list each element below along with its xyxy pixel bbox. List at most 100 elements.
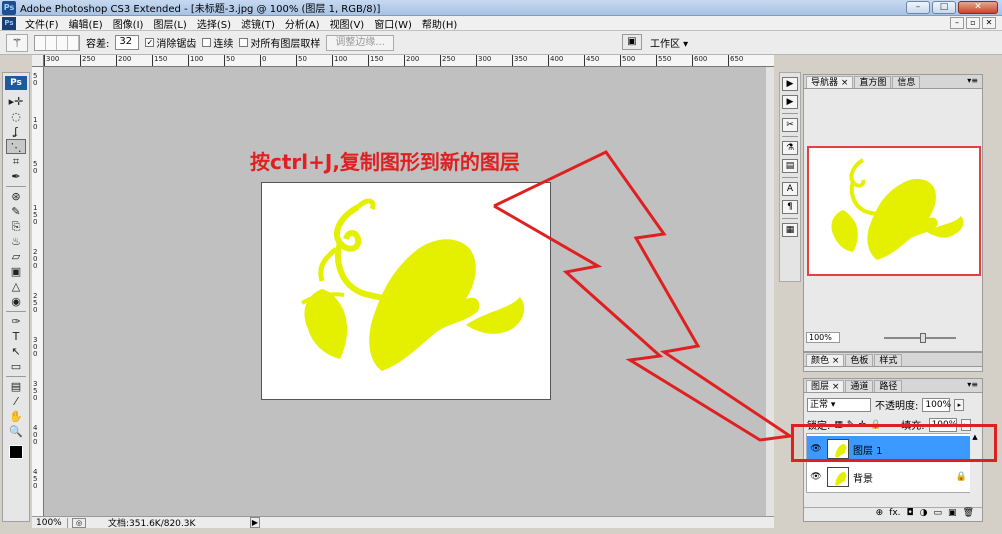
tab-swatches[interactable]: 色板 (845, 354, 874, 366)
doc-close-button[interactable]: ✕ (982, 17, 996, 29)
magic-wand-icon[interactable]: ⚚ (6, 33, 28, 52)
antialias-checkbox[interactable]: ✓ 消除锯齿 (145, 35, 196, 50)
zoom-level[interactable]: 100% (32, 517, 68, 528)
marquee-tool-icon[interactable]: ◌ (6, 109, 26, 124)
add-selection-icon[interactable] (46, 35, 57, 50)
canvas-area[interactable]: 300 250 200 150 100 50 0 50 100 150 200 … (32, 55, 774, 529)
menu-layer[interactable]: 图层(L) (148, 16, 191, 31)
tool-presets-icon[interactable]: ✂ (782, 118, 798, 132)
eraser-tool-icon[interactable]: ▱ (6, 249, 26, 264)
panel-menu-icon[interactable]: ▾≡ (967, 76, 978, 85)
visibility-eye-icon[interactable]: 👁 (809, 472, 823, 482)
intersect-selection-icon[interactable] (68, 35, 79, 50)
tab-info[interactable]: 信息 (892, 76, 921, 88)
layer-name[interactable]: 背景 (853, 470, 873, 485)
history-brush-icon[interactable]: ♨ (6, 234, 26, 249)
contiguous-checkbox[interactable]: 连续 (202, 35, 233, 50)
refine-edge-button[interactable]: 调整边缘... (326, 34, 394, 51)
new-layer-icon[interactable]: ▣ (948, 508, 957, 521)
status-menu-arrow-icon[interactable]: ▶ (250, 517, 260, 528)
horizontal-ruler[interactable]: 300 250 200 150 100 50 0 50 100 150 200 … (44, 55, 774, 67)
layer-comps-icon[interactable]: ▦ (782, 223, 798, 237)
navigator-preview[interactable] (807, 146, 981, 276)
workspace-menu[interactable]: 工作区 ▾ (650, 35, 688, 50)
ruler-tick: 300 (476, 55, 491, 66)
tab-styles[interactable]: 样式 (874, 354, 903, 366)
blend-mode-select[interactable]: 正常 ▾ (807, 397, 871, 412)
subtract-selection-icon[interactable] (57, 35, 68, 50)
slice-tool-icon[interactable]: ✒ (6, 169, 26, 184)
brushes-icon[interactable]: ⚗ (782, 141, 798, 155)
tab-color[interactable]: 颜色 × (806, 354, 845, 366)
pen-tool-icon[interactable]: ✑ (6, 314, 26, 329)
gradient-tool-icon[interactable]: ▣ (6, 264, 26, 279)
bridge-icon[interactable]: ▣ (622, 34, 642, 50)
tab-layers[interactable]: 图层 × (806, 380, 845, 392)
all-layers-checkbox[interactable]: 对所有图层取样 (239, 35, 320, 50)
navigator-zoom-field[interactable]: 100% (806, 332, 840, 343)
character-icon[interactable]: A (782, 182, 798, 196)
eyedropper-tool-icon[interactable]: ⁄ (6, 394, 26, 409)
menu-file[interactable]: 文件(F) (20, 16, 64, 31)
crop-tool-icon[interactable]: ⌗ (6, 154, 26, 169)
document-canvas[interactable] (261, 182, 551, 400)
ruler-tick: 3 0 0 (33, 336, 38, 358)
menu-help[interactable]: 帮助(H) (417, 16, 462, 31)
tolerance-input[interactable]: 32 (115, 35, 140, 50)
hand-tool-icon[interactable]: ✋ (6, 409, 26, 424)
path-selection-icon[interactable]: ↖ (6, 344, 26, 359)
foreground-color-swatch[interactable] (9, 445, 23, 459)
menu-filter[interactable]: 滤镜(T) (236, 16, 280, 31)
clone-source-icon[interactable]: ▤ (782, 159, 798, 173)
tab-navigator[interactable]: 导航器 × (806, 76, 854, 88)
menu-view[interactable]: 视图(V) (325, 16, 370, 31)
paragraph-icon[interactable]: ¶ (782, 200, 798, 214)
minimize-button[interactable]: – (906, 1, 930, 14)
status-info-icon[interactable]: ◎ (72, 517, 86, 528)
link-layers-icon[interactable]: ⊕ (876, 508, 884, 521)
layer-style-icon[interactable]: fx. (889, 508, 900, 521)
vertical-scrollbar[interactable] (766, 67, 774, 516)
trash-icon[interactable]: 🗑 (963, 508, 974, 521)
menu-select[interactable]: 选择(S) (192, 16, 236, 31)
shape-tool-icon[interactable]: ▭ (6, 359, 26, 374)
color-tabs: 颜色 × 色板 样式 (804, 353, 982, 367)
new-group-icon[interactable]: ▭ (934, 508, 943, 521)
menu-window[interactable]: 窗口(W) (369, 16, 417, 31)
maximize-button[interactable]: □ (932, 1, 956, 14)
close-button[interactable]: ✕ (958, 1, 998, 14)
menu-analysis[interactable]: 分析(A) (280, 16, 325, 31)
menu-image[interactable]: 图像(I) (108, 16, 149, 31)
opacity-input[interactable]: 100% (922, 397, 951, 412)
document-icon[interactable]: Ps (2, 16, 16, 30)
layer-row[interactable]: 👁 背景 🔒 (807, 464, 979, 490)
move-tool-icon[interactable]: ▸✛ (6, 94, 26, 109)
ps-logo[interactable]: Ps (5, 76, 27, 90)
doc-restore-button[interactable]: ▫ (966, 17, 980, 29)
dodge-tool-icon[interactable]: ◉ (6, 294, 26, 309)
lasso-tool-icon[interactable]: ʆ (6, 124, 26, 139)
clone-stamp-icon[interactable]: ⎘ (6, 219, 26, 234)
magic-wand-tool-icon[interactable]: ⋱ (6, 139, 26, 154)
brush-tool-icon[interactable]: ✎ (6, 204, 26, 219)
navigator-slider-thumb[interactable] (920, 333, 926, 343)
type-tool-icon[interactable]: T (6, 329, 26, 344)
healing-brush-icon[interactable]: ⊛ (6, 189, 26, 204)
actions-icon[interactable]: ▶ (782, 77, 798, 91)
tab-histogram[interactable]: 直方图 (854, 76, 892, 88)
zoom-tool-icon[interactable]: 🔍 (6, 424, 26, 439)
play-icon[interactable]: ▶ (782, 95, 798, 109)
new-selection-icon[interactable] (35, 35, 46, 50)
blur-tool-icon[interactable]: △ (6, 279, 26, 294)
menu-edit[interactable]: 编辑(E) (64, 16, 108, 31)
adjustment-layer-icon[interactable]: ◑ (920, 508, 928, 521)
tab-paths[interactable]: 路径 (874, 380, 903, 392)
opacity-arrow-icon[interactable]: ▸ (954, 398, 965, 411)
notes-tool-icon[interactable]: ▤ (6, 379, 26, 394)
dock-divider (782, 177, 798, 178)
panel-menu-icon[interactable]: ▾≡ (967, 380, 978, 389)
doc-minimize-button[interactable]: – (950, 17, 964, 29)
vertical-ruler[interactable]: 5 0 1 0 5 0 1 5 0 2 0 0 2 5 0 3 0 0 3 5 … (32, 67, 44, 516)
tab-channels[interactable]: 通道 (845, 380, 874, 392)
layer-mask-icon[interactable]: ◘ (907, 508, 914, 521)
